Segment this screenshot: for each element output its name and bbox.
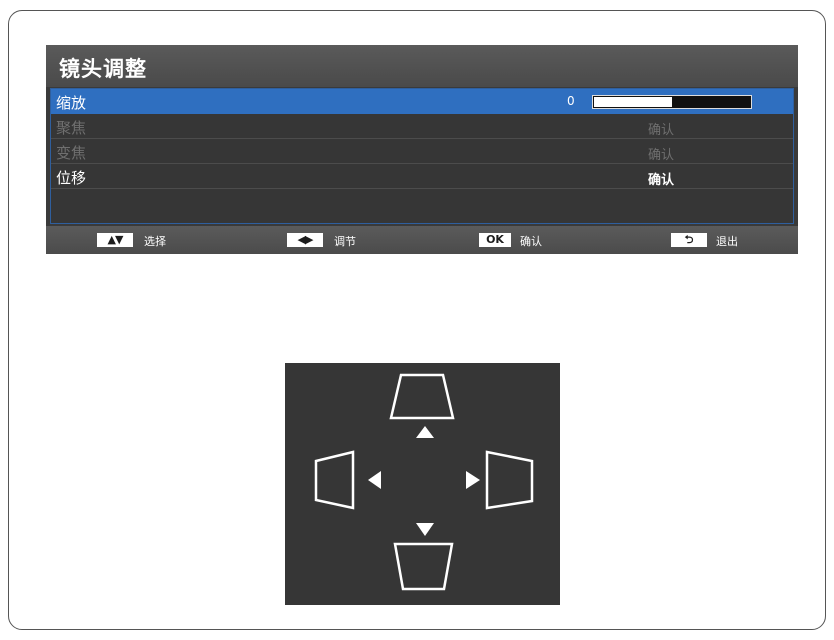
menu-item-label: 位移 bbox=[56, 169, 87, 187]
hint-label: 退出 bbox=[716, 235, 738, 248]
shift-up-arrow-icon bbox=[416, 426, 434, 438]
zoom-value: 0 bbox=[567, 94, 575, 108]
menu-item-focus[interactable]: 聚焦 确认 bbox=[51, 114, 793, 139]
menu-header: 镜头调整 bbox=[46, 45, 798, 87]
shifted-up-screen-icon bbox=[389, 373, 455, 420]
menu-item-action: 确认 bbox=[648, 173, 675, 188]
up-down-key-icon: ▲▼ bbox=[97, 233, 133, 247]
menu-item-action: 确认 bbox=[648, 148, 675, 163]
shift-down-arrow-icon bbox=[416, 523, 434, 536]
menu-item-label: 变焦 bbox=[56, 144, 87, 162]
shift-right-arrow-icon bbox=[466, 471, 480, 489]
return-key-icon: ⮌ bbox=[671, 233, 707, 247]
zoom-slider[interactable] bbox=[592, 95, 752, 109]
shifted-right-screen-icon bbox=[485, 450, 534, 510]
lens-shift-graphic bbox=[314, 373, 534, 591]
hint-label: 确认 bbox=[520, 235, 542, 248]
zoom-slider-fill bbox=[594, 97, 672, 107]
shift-left-arrow-icon bbox=[368, 471, 381, 489]
menu-item-zoom-lens[interactable]: 变焦 确认 bbox=[51, 139, 793, 164]
menu-item-action: 确认 bbox=[648, 123, 675, 138]
shifted-down-screen-icon bbox=[393, 542, 454, 591]
menu-footer: ▲▼ 选择 ◀▶ 调节 OK 确认 ⮌ 退出 bbox=[46, 226, 798, 254]
hint-label: 调节 bbox=[334, 235, 356, 248]
menu-item-label: 缩放 bbox=[56, 94, 87, 112]
lens-adjust-menu: 镜头调整 缩放 0 聚焦 确认 变焦 确认 位移 确认 ▲▼ 选择 ◀▶ 调节 … bbox=[46, 45, 798, 254]
hint-label: 选择 bbox=[144, 235, 166, 248]
menu-item-zoom[interactable]: 缩放 0 bbox=[51, 89, 793, 114]
lens-shift-diagram bbox=[285, 363, 560, 605]
left-right-key-icon: ◀▶ bbox=[287, 233, 323, 247]
menu-item-shift[interactable]: 位移 确认 bbox=[51, 164, 793, 189]
menu-title: 镜头调整 bbox=[59, 57, 147, 81]
shifted-left-screen-icon bbox=[314, 450, 355, 510]
ok-key-icon: OK bbox=[479, 233, 511, 247]
menu-list: 缩放 0 聚焦 确认 变焦 确认 位移 确认 bbox=[50, 88, 794, 224]
menu-item-label: 聚焦 bbox=[56, 119, 87, 137]
